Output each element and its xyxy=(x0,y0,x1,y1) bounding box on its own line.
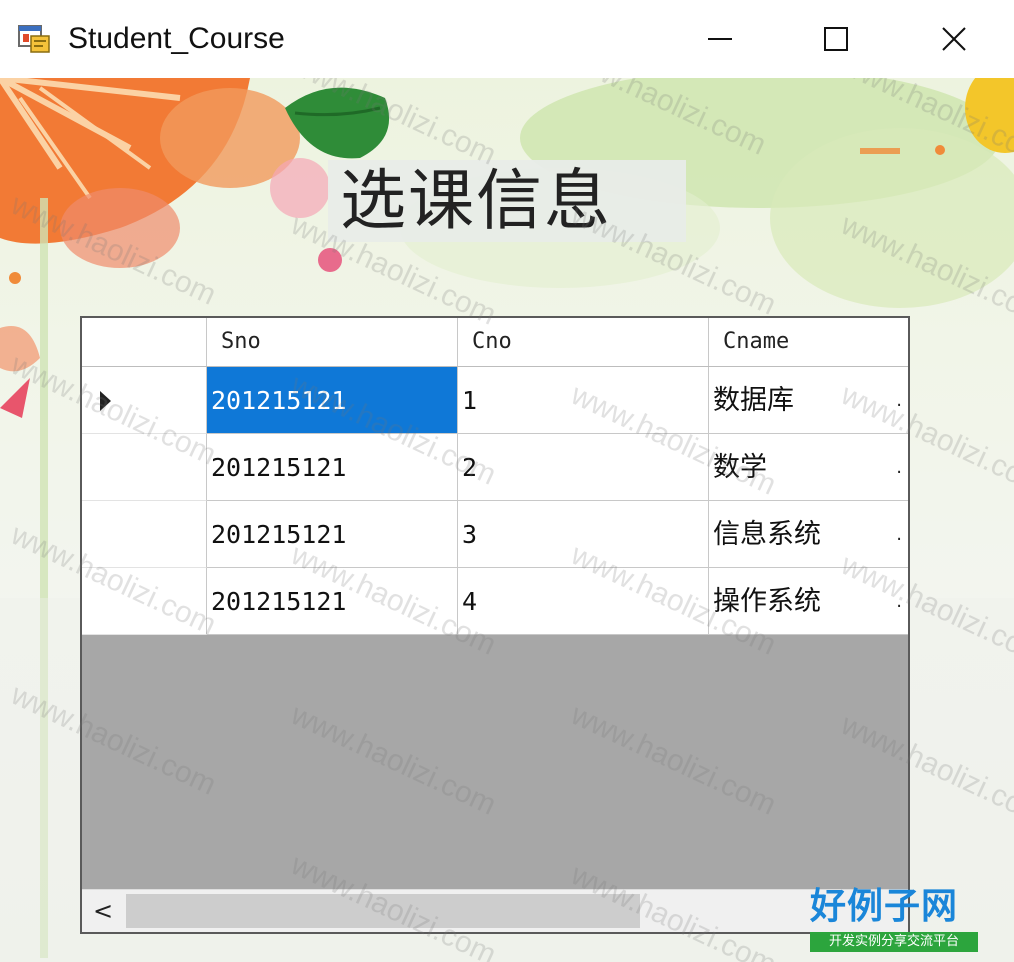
cell-sno[interactable]: 201215121 xyxy=(207,367,458,434)
cell-cno[interactable]: 3 xyxy=(458,501,709,568)
table-row[interactable]: 201215121 3 信息系统 . xyxy=(82,501,908,568)
cell-cname[interactable]: 数据库 . xyxy=(709,367,908,434)
cell-cname[interactable]: 数学 . xyxy=(709,434,908,501)
horizontal-scrollbar[interactable]: < xyxy=(82,889,908,932)
minimize-button[interactable] xyxy=(662,0,778,78)
grid-header-row: Sno Cno Cname xyxy=(82,318,908,367)
app-form-icon xyxy=(18,25,50,53)
close-button[interactable] xyxy=(896,0,1012,78)
logo-subtitle: 开发实例分享交流平台 xyxy=(810,932,978,952)
row-header[interactable] xyxy=(82,367,207,434)
scroll-left-icon: < xyxy=(92,897,114,925)
title-bar: Student_Course xyxy=(0,0,1014,78)
cell-cno[interactable]: 4 xyxy=(458,568,709,635)
table-row[interactable]: 201215121 4 操作系统 . xyxy=(82,568,908,635)
cell-overflow-dot: . xyxy=(896,591,902,612)
cell-sno[interactable]: 201215121 xyxy=(207,568,458,635)
logo-title: 好例子网 xyxy=(810,886,959,927)
row-header[interactable] xyxy=(82,568,207,635)
row-header-corner[interactable] xyxy=(82,318,207,366)
table-row[interactable]: 201215121 1 数据库 . xyxy=(82,367,908,434)
cell-overflow-dot: . xyxy=(896,457,902,478)
page-heading: 选课信息 xyxy=(340,162,612,239)
course-datagrid[interactable]: Sno Cno Cname 201215121 1 数据库 . 20121512… xyxy=(80,316,910,934)
column-header-cname[interactable]: Cname xyxy=(709,318,908,366)
cell-overflow-dot: . xyxy=(896,390,902,411)
minimize-icon xyxy=(708,38,732,40)
cell-sno[interactable]: 201215121 xyxy=(207,434,458,501)
scrollbar-thumb[interactable] xyxy=(126,894,640,928)
maximize-button[interactable] xyxy=(778,0,894,78)
row-header[interactable] xyxy=(82,434,207,501)
table-row[interactable]: 201215121 2 数学 . xyxy=(82,434,908,501)
form-client-area: 选课信息 Sno Cno Cname 201215121 1 数据库 . 201… xyxy=(0,78,1014,962)
maximize-icon xyxy=(824,27,848,51)
cell-overflow-dot: . xyxy=(896,524,902,545)
cell-cname[interactable]: 操作系统 . xyxy=(709,568,908,635)
scroll-left-button[interactable]: < xyxy=(90,896,116,926)
cell-cname-text: 信息系统 xyxy=(713,519,821,550)
cell-cno[interactable]: 1 xyxy=(458,367,709,434)
site-logo: 好例子网 开发实例分享交流平台 xyxy=(806,886,978,954)
column-header-sno[interactable]: Sno xyxy=(207,318,458,366)
cell-cname-text: 数据库 xyxy=(713,385,794,416)
cell-sno[interactable]: 201215121 xyxy=(207,501,458,568)
row-pointer-icon xyxy=(100,391,111,411)
cell-cname[interactable]: 信息系统 . xyxy=(709,501,908,568)
window-title: Student_Course xyxy=(68,22,285,55)
column-header-cno[interactable]: Cno xyxy=(458,318,709,366)
cell-cname-text: 操作系统 xyxy=(713,586,821,617)
cell-cno[interactable]: 2 xyxy=(458,434,709,501)
close-icon xyxy=(942,27,966,51)
row-header[interactable] xyxy=(82,501,207,568)
cell-cname-text: 数学 xyxy=(713,452,767,483)
